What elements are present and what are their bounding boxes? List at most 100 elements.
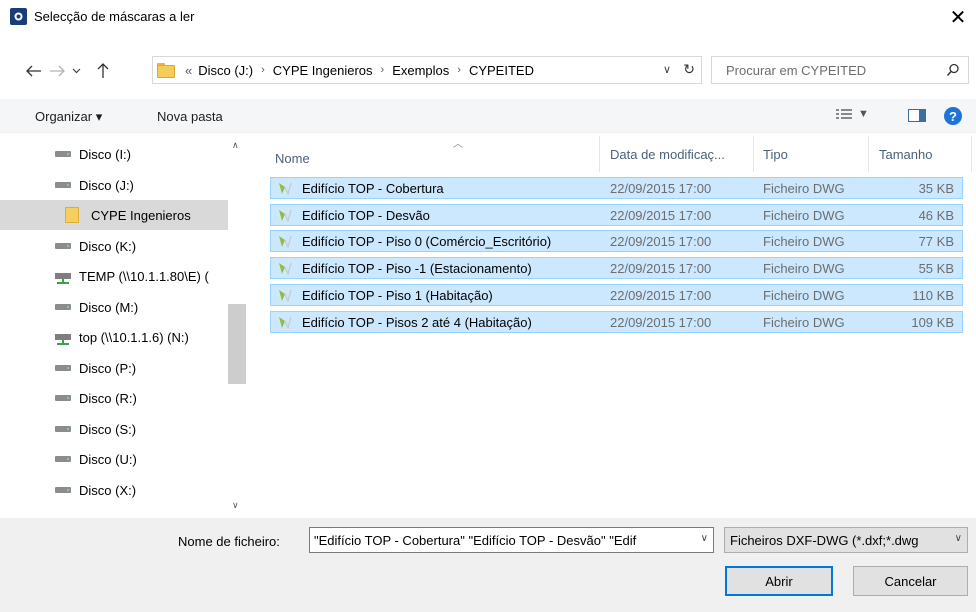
- network-drive-icon: [55, 334, 71, 345]
- file-row[interactable]: Edifício TOP - Cobertura 22/09/2015 17:0…: [270, 177, 963, 199]
- search-icon[interactable]: [946, 63, 960, 80]
- sort-ascending-icon: ︿: [453, 139, 463, 150]
- file-row[interactable]: Edifício TOP - Piso 0 (Comércio_Escritór…: [270, 230, 963, 252]
- file-type-filter-select[interactable]: Ficheiros DXF-DWG (*.dxf;*.dwg ∨: [724, 527, 968, 553]
- file-size: 46 KB: [918, 208, 954, 223]
- sidebar-item-label: Disco (X:): [79, 482, 137, 498]
- scrollbar-thumb[interactable]: [228, 304, 246, 384]
- breadcrumb-separator-icon[interactable]: ›: [261, 64, 265, 76]
- organize-menu-button[interactable]: Organizar ▾: [35, 109, 102, 125]
- search-placeholder: Procurar em CYPEITED: [726, 63, 867, 78]
- scroll-down-icon[interactable]: ∨: [232, 500, 239, 511]
- breadcrumb-item-disco-j[interactable]: Disco (J:): [198, 63, 253, 78]
- filename-label: Nome de ficheiro:: [178, 534, 280, 549]
- dialog-footer: Nome de ficheiro: "Edifício TOP - Cobert…: [0, 518, 976, 612]
- sidebar-item-disco-m[interactable]: Disco (M:): [0, 292, 228, 322]
- file-name: Edifício TOP - Cobertura: [302, 181, 444, 196]
- sidebar-item-cype-ingenieros[interactable]: CYPE Ingenieros: [0, 200, 228, 230]
- column-header-type[interactable]: Tipo: [763, 134, 788, 174]
- refresh-icon[interactable]: ↻: [683, 61, 695, 78]
- file-date: 22/09/2015 17:00: [610, 315, 712, 330]
- breadcrumb-separator-icon[interactable]: ›: [457, 64, 461, 76]
- sidebar-item-label: Disco (J:): [79, 177, 134, 193]
- file-size: 109 KB: [911, 315, 954, 330]
- filename-input[interactable]: "Edifício TOP - Cobertura" "Edifício TOP…: [309, 527, 714, 553]
- file-date: 22/09/2015 17:00: [610, 181, 712, 196]
- sidebar-item-temp[interactable]: TEMP (\\10.1.1.80\E) (: [0, 261, 228, 291]
- back-arrow-icon[interactable]: [22, 55, 46, 87]
- dwg-file-icon: [279, 209, 292, 222]
- file-type: Ficheiro DWG: [763, 315, 845, 330]
- drive-icon: [55, 243, 71, 249]
- breadcrumb-item-cypeited[interactable]: CYPEITED: [469, 63, 534, 78]
- address-dropdown-icon[interactable]: ∨: [663, 63, 671, 76]
- file-date: 22/09/2015 17:00: [610, 261, 712, 276]
- dwg-file-icon: [279, 262, 292, 275]
- file-row[interactable]: Edifício TOP - Pisos 2 até 4 (Habitação)…: [270, 311, 963, 333]
- cancel-button[interactable]: Cancelar: [853, 566, 968, 596]
- window-title: Selecção de máscaras a ler: [34, 9, 195, 24]
- column-header-date[interactable]: Data de modificaç...: [610, 134, 725, 174]
- file-type: Ficheiro DWG: [763, 288, 845, 303]
- help-icon[interactable]: ?: [944, 107, 962, 125]
- sidebar-item-label: top (\\10.1.1.6) (N:): [79, 329, 189, 345]
- sidebar-item-disco-i[interactable]: Disco (I:): [0, 139, 228, 169]
- sidebar-item-disco-r[interactable]: Disco (R:): [0, 383, 228, 413]
- file-name: Edifício TOP - Pisos 2 até 4 (Habitação): [302, 315, 532, 330]
- breadcrumb-item-exemplos[interactable]: Exemplos: [392, 63, 449, 78]
- sidebar-item-disco-s[interactable]: Disco (S:): [0, 414, 228, 444]
- file-size: 77 KB: [918, 234, 954, 249]
- sidebar-item-disco-j[interactable]: Disco (J:): [0, 170, 228, 200]
- breadcrumb: « Disco (J:) › CYPE Ingenieros › Exemplo…: [185, 63, 534, 78]
- column-divider[interactable]: [599, 136, 600, 172]
- drive-icon: [55, 151, 71, 157]
- sidebar-item-label: Disco (K:): [79, 238, 137, 254]
- breadcrumb-item-cype-ingenieros[interactable]: CYPE Ingenieros: [273, 63, 373, 78]
- file-date: 22/09/2015 17:00: [610, 288, 712, 303]
- sidebar-item-label: Disco (S:): [79, 421, 137, 437]
- file-row[interactable]: Edifício TOP - Piso 1 (Habitação) 22/09/…: [270, 284, 963, 306]
- column-header-name[interactable]: Nome: [275, 138, 310, 178]
- file-date: 22/09/2015 17:00: [610, 234, 712, 249]
- up-arrow-icon[interactable]: [92, 55, 114, 87]
- column-header-size[interactable]: Tamanho: [879, 134, 932, 174]
- sidebar-item-label: Disco (P:): [79, 360, 137, 376]
- filter-dropdown-icon[interactable]: ∨: [955, 533, 962, 544]
- address-bar[interactable]: « Disco (J:) › CYPE Ingenieros › Exemplo…: [152, 56, 702, 84]
- column-divider[interactable]: [971, 136, 972, 172]
- navigation-scrollbar[interactable]: ∧ ∨: [228, 134, 248, 518]
- file-size: 55 KB: [918, 261, 954, 276]
- dwg-file-icon: [279, 182, 292, 195]
- sidebar-item-label: Disco (M:): [79, 299, 139, 315]
- column-divider[interactable]: [868, 136, 869, 172]
- file-type: Ficheiro DWG: [763, 234, 845, 249]
- close-icon[interactable]: ✕: [946, 5, 970, 29]
- forward-arrow-icon[interactable]: [47, 55, 67, 87]
- scroll-up-icon[interactable]: ∧: [232, 140, 239, 151]
- sidebar-item-disco-x[interactable]: Disco (X:): [0, 475, 228, 505]
- sidebar-item-disco-k[interactable]: Disco (K:): [0, 231, 228, 261]
- drive-icon: [55, 304, 71, 310]
- file-size: 35 KB: [918, 181, 954, 196]
- recent-locations-chevron-icon[interactable]: [69, 55, 83, 87]
- view-dropdown-icon: ▼: [858, 108, 869, 120]
- file-type: Ficheiro DWG: [763, 261, 845, 276]
- column-divider[interactable]: [753, 136, 754, 172]
- breadcrumb-separator-icon[interactable]: ›: [381, 64, 385, 76]
- sidebar-item-top[interactable]: top (\\10.1.1.6) (N:): [0, 322, 228, 352]
- filename-dropdown-icon[interactable]: ∨: [701, 533, 708, 544]
- file-row[interactable]: Edifício TOP - Piso -1 (Estacionamento) …: [270, 257, 963, 279]
- sidebar-item-disco-p[interactable]: Disco (P:): [0, 353, 228, 383]
- search-input[interactable]: Procurar em CYPEITED: [711, 56, 969, 84]
- file-size: 110 KB: [912, 288, 954, 303]
- file-row[interactable]: Edifício TOP - Desvão 22/09/2015 17:00 F…: [270, 204, 963, 226]
- open-button[interactable]: Abrir: [725, 566, 833, 596]
- view-options-button[interactable]: ▼: [836, 108, 869, 120]
- filename-value: "Edifício TOP - Cobertura" "Edifício TOP…: [314, 533, 637, 548]
- preview-pane-icon[interactable]: [908, 109, 926, 122]
- new-folder-button[interactable]: Nova pasta: [157, 109, 223, 124]
- app-icon: [10, 8, 27, 25]
- file-name: Edifício TOP - Piso -1 (Estacionamento): [302, 261, 532, 276]
- breadcrumb-overflow[interactable]: «: [185, 63, 192, 78]
- sidebar-item-disco-u[interactable]: Disco (U:): [0, 444, 228, 474]
